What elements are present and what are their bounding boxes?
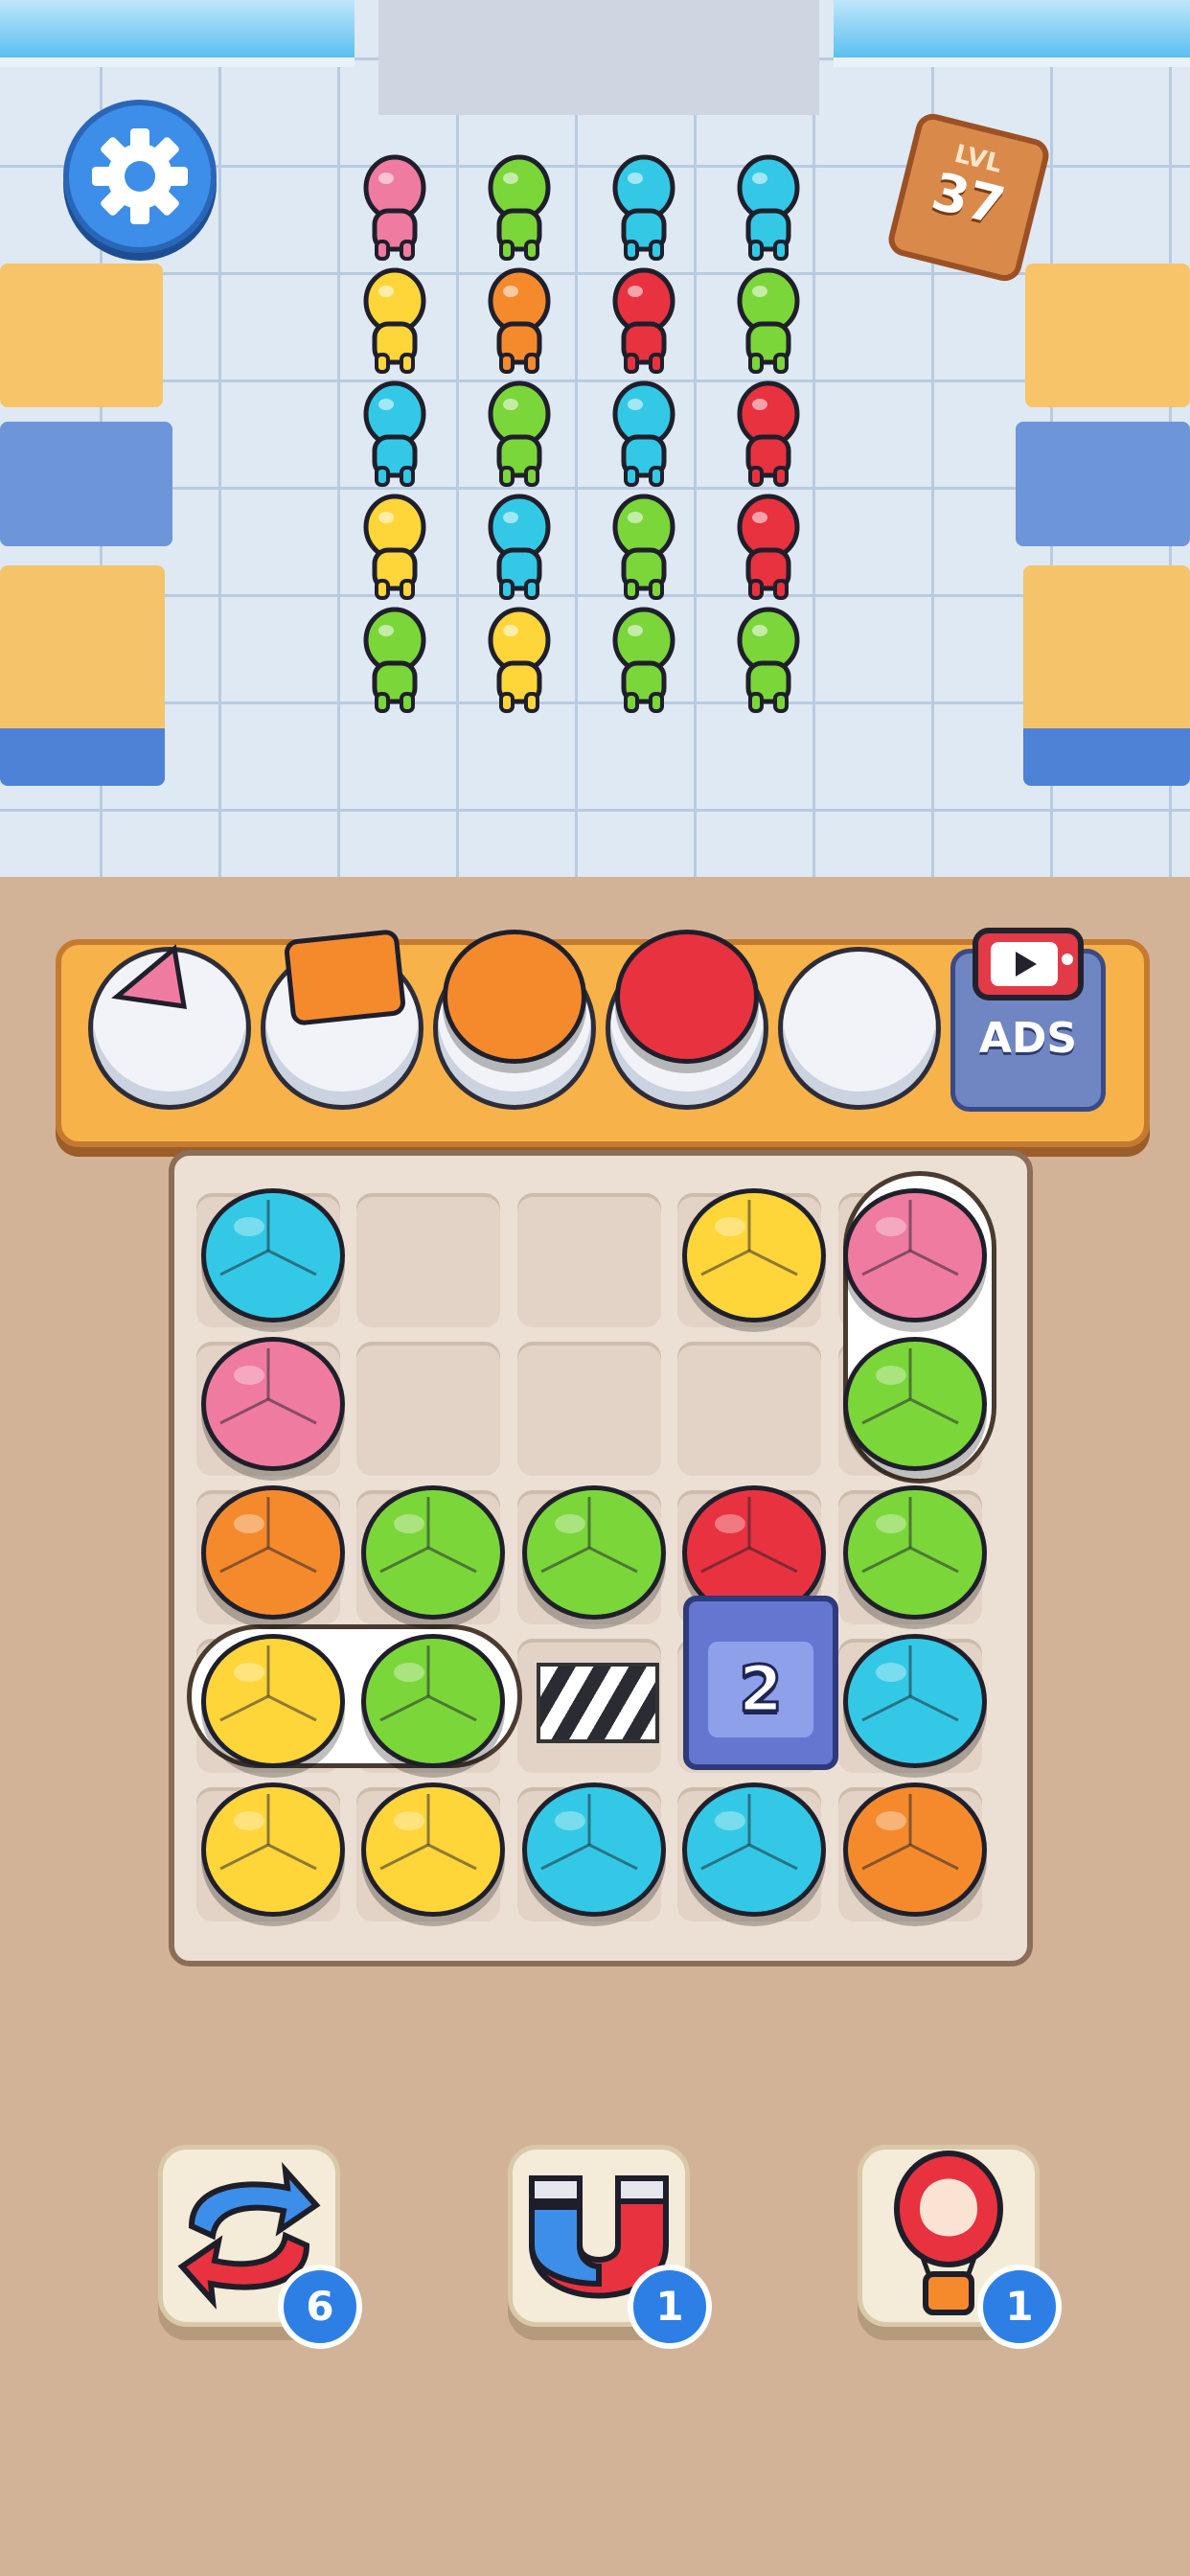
shuffle-count-badge: 6: [278, 2265, 362, 2349]
cake-yellow[interactable]: [201, 1634, 345, 1768]
cake-yellow[interactable]: [201, 1782, 345, 1917]
cake-yellow[interactable]: [361, 1782, 505, 1917]
board-cell[interactable]: [356, 1193, 500, 1327]
queue-person: [359, 380, 430, 487]
queue-person: [359, 606, 430, 713]
cake-orange[interactable]: [843, 1782, 987, 1917]
window-left: [0, 0, 355, 67]
tv-play-icon: [973, 928, 1084, 1000]
balloon-count-badge: 1: [977, 2265, 1062, 2349]
red-round-cake: [615, 930, 759, 1064]
queue-person: [608, 153, 679, 261]
ads-extra-slot-button[interactable]: ADS: [950, 928, 1106, 1112]
queue-person: [608, 606, 679, 713]
queue-person: [733, 606, 804, 713]
queue-person: [608, 266, 679, 374]
board-cell[interactable]: [517, 1193, 661, 1327]
shuffle-booster-button[interactable]: 6: [158, 2145, 362, 2349]
queue-person: [359, 153, 430, 261]
queue-person: [733, 380, 804, 487]
doorway: [378, 0, 819, 115]
queue-person: [733, 266, 804, 374]
orange-square-cake: [283, 928, 407, 1027]
barrier-block: [537, 1663, 659, 1743]
customer-queue: [359, 153, 829, 728]
pink-cake-slice: [107, 939, 194, 1029]
board-cell[interactable]: [356, 1342, 500, 1476]
cake-green[interactable]: [843, 1485, 987, 1620]
shelf-left-mid: [0, 422, 172, 546]
queue-person: [608, 380, 679, 487]
settings-button[interactable]: [63, 100, 217, 253]
cake-cyan[interactable]: [201, 1188, 345, 1322]
cake-pink[interactable]: [843, 1188, 987, 1322]
shelf-right-top: [1025, 264, 1190, 407]
cake-green[interactable]: [843, 1337, 987, 1471]
shelf-right-bottom: [1023, 565, 1190, 786]
orange-round-cake: [443, 930, 586, 1064]
queue-person: [484, 380, 555, 487]
cake-green[interactable]: [361, 1485, 505, 1620]
cake-orange[interactable]: [201, 1485, 345, 1620]
cake-green[interactable]: [361, 1634, 505, 1768]
cake-cyan[interactable]: [682, 1782, 826, 1917]
shelf-left-bottom: [0, 565, 165, 786]
shelf-left-top: [0, 264, 163, 407]
cake-pink[interactable]: [201, 1337, 345, 1471]
cake-cyan[interactable]: [522, 1782, 666, 1917]
ads-label: ADS: [978, 1014, 1078, 1063]
shelf-right-mid: [1016, 422, 1190, 546]
gear-icon: [92, 128, 188, 224]
queue-person: [733, 153, 804, 261]
tray-slot: [778, 947, 941, 1110]
magnet-booster-button[interactable]: 1: [508, 2145, 712, 2349]
balloon-booster-button[interactable]: 1: [858, 2145, 1062, 2349]
window-right: [834, 0, 1190, 67]
queue-person: [359, 266, 430, 374]
queue-person: [608, 493, 679, 600]
queue-person: [733, 493, 804, 600]
board-cell[interactable]: [517, 1342, 661, 1476]
cake-cyan[interactable]: [843, 1634, 987, 1768]
magnet-count-badge: 1: [628, 2265, 712, 2349]
queue-person: [484, 606, 555, 713]
queue-person: [359, 493, 430, 600]
locked-box-count: 2: [708, 1642, 813, 1737]
cake-green[interactable]: [522, 1485, 666, 1620]
queue-person: [484, 266, 555, 374]
queue-person: [484, 493, 555, 600]
queue-person: [484, 153, 555, 261]
cake-yellow[interactable]: [682, 1188, 826, 1322]
board-cell[interactable]: [677, 1342, 821, 1476]
locked-box[interactable]: 2: [683, 1596, 838, 1770]
